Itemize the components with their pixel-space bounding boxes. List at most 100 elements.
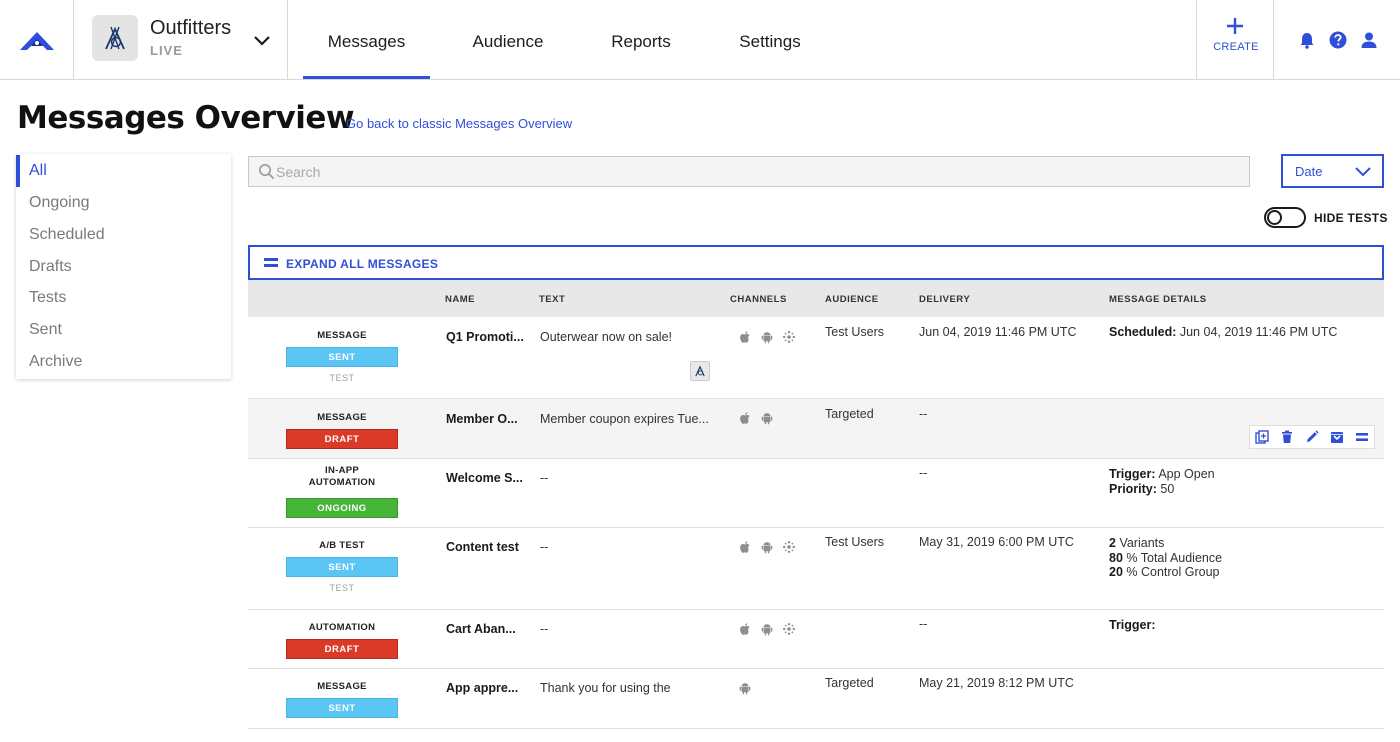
chevron-down-icon xyxy=(1355,167,1371,177)
brand-logo-icon[interactable] xyxy=(17,26,57,54)
filter-scheduled[interactable]: Scheduled xyxy=(16,219,231,251)
create-label: CREATE xyxy=(1213,41,1259,53)
message-type-line: IN-APP xyxy=(325,465,359,476)
message-type: MESSAGE xyxy=(317,412,367,423)
column-header-channels: CHANNELS xyxy=(730,294,787,305)
expand-row-icon[interactable] xyxy=(1355,430,1369,444)
table-row[interactable] xyxy=(248,729,1384,742)
details-label: 2 xyxy=(1109,536,1116,550)
android-icon xyxy=(761,413,773,425)
audience: Test Users xyxy=(825,535,885,549)
table-row[interactable]: MESSAGE SENT TEST Q1 Promoti... Outerwea… xyxy=(248,317,1384,399)
message-details: 2 Variants 80 % Total Audience 20 % Cont… xyxy=(1109,536,1222,580)
details-label: Trigger: xyxy=(1109,467,1156,481)
tab-settings[interactable]: Settings xyxy=(720,0,820,79)
image-thumbnail xyxy=(690,361,710,381)
duplicate-icon[interactable] xyxy=(1255,430,1270,444)
table-row[interactable]: IN-APP AUTOMATION ONGOING Welcome S... -… xyxy=(248,459,1384,528)
create-button[interactable]: CREATE xyxy=(1196,0,1274,79)
column-header-delivery[interactable]: DELIVERY xyxy=(919,294,970,305)
web-icon xyxy=(783,331,795,343)
table-header: NAME TEXT CHANNELS AUDIENCE DELIVERY MES… xyxy=(248,280,1384,317)
audience: Test Users xyxy=(825,325,885,339)
android-icon xyxy=(761,332,773,344)
filter-sidebar: All Ongoing Scheduled Drafts Tests Sent … xyxy=(16,154,231,379)
web-icon xyxy=(783,541,795,553)
plus-icon xyxy=(1227,18,1243,34)
delivery: May 21, 2019 8:12 PM UTC xyxy=(919,676,1074,690)
channels xyxy=(738,681,752,695)
column-header-message-details: MESSAGE DETAILS xyxy=(1109,294,1207,305)
android-icon xyxy=(761,624,773,636)
android-icon xyxy=(761,542,773,554)
filter-archive[interactable]: Archive xyxy=(16,346,231,378)
message-name[interactable]: Welcome S... xyxy=(446,471,526,485)
hide-tests-toggle[interactable] xyxy=(1264,207,1306,228)
table-row[interactable]: A/B TEST SENT TEST Content test -- Test … xyxy=(248,528,1384,610)
bell-icon[interactable] xyxy=(1297,30,1317,50)
filter-drafts[interactable]: Drafts xyxy=(16,251,231,283)
page-title: Messages Overview xyxy=(17,100,355,136)
user-icon[interactable] xyxy=(1359,30,1379,50)
apple-icon xyxy=(740,623,750,635)
details-value: % Control Group xyxy=(1126,565,1220,579)
search-icon xyxy=(259,164,275,180)
toggle-knob xyxy=(1267,210,1282,225)
expand-all-button[interactable]: EXPAND ALL MESSAGES xyxy=(248,245,1384,280)
message-type: IN-APP AUTOMATION xyxy=(286,465,398,489)
message-name[interactable]: Member O... xyxy=(446,412,526,426)
table-row[interactable]: MESSAGE DRAFT Member O... Member coupon … xyxy=(248,399,1384,459)
filter-all[interactable]: All xyxy=(16,155,231,187)
row-actions xyxy=(1249,425,1375,449)
table-row[interactable]: AUTOMATION DRAFT Cart Aban... -- -- Trig… xyxy=(248,610,1384,669)
classic-overview-link[interactable]: Go back to classic Messages Overview xyxy=(346,116,572,131)
date-sort-select[interactable]: Date xyxy=(1281,154,1384,188)
apple-icon xyxy=(740,412,750,424)
app-name: Outfitters xyxy=(150,17,232,39)
message-text: Thank you for using the xyxy=(540,681,671,695)
table-row[interactable]: MESSAGE SENT App appre... Thank you for … xyxy=(248,669,1384,729)
delivery: -- xyxy=(919,466,928,480)
tab-reports[interactable]: Reports xyxy=(590,0,692,79)
edit-icon[interactable] xyxy=(1305,430,1319,444)
delivery: Jun 04, 2019 11:46 PM UTC xyxy=(919,325,1077,339)
apple-icon xyxy=(740,541,750,553)
trash-icon[interactable] xyxy=(1280,430,1294,444)
message-text: -- xyxy=(540,540,549,554)
column-header-name[interactable]: NAME xyxy=(445,294,475,305)
details-label: Trigger: xyxy=(1109,618,1156,632)
details-value: % Total Audience xyxy=(1126,550,1223,565)
message-text: -- xyxy=(540,622,549,636)
delivery: May 31, 2019 6:00 PM UTC xyxy=(919,535,1074,549)
message-details: Trigger: xyxy=(1109,618,1156,633)
details-label: 80 xyxy=(1109,550,1123,565)
app-switcher[interactable]: Outfitters LIVE xyxy=(74,0,288,79)
message-text: -- xyxy=(540,471,549,485)
message-type: MESSAGE xyxy=(317,681,367,692)
message-type: AUTOMATION xyxy=(308,622,376,633)
message-name[interactable]: Cart Aban... xyxy=(446,622,526,636)
archive-icon[interactable] xyxy=(1330,430,1344,444)
channels xyxy=(738,622,796,636)
chevron-down-icon[interactable] xyxy=(252,30,272,50)
column-header-audience: AUDIENCE xyxy=(825,294,879,305)
tab-audience[interactable]: Audience xyxy=(455,0,561,79)
filter-sent[interactable]: Sent xyxy=(16,314,231,346)
test-label: TEST xyxy=(329,583,355,593)
delivery: -- xyxy=(919,617,928,631)
help-icon[interactable] xyxy=(1328,30,1348,50)
message-type: A/B TEST xyxy=(319,540,365,551)
tab-messages[interactable]: Messages xyxy=(303,0,430,79)
message-name[interactable]: Content test xyxy=(446,540,526,554)
filter-ongoing[interactable]: Ongoing xyxy=(16,187,231,219)
message-name[interactable]: Q1 Promoti... xyxy=(446,330,526,344)
date-sort-label: Date xyxy=(1295,164,1323,179)
logo-cell[interactable] xyxy=(0,0,74,79)
filter-tests[interactable]: Tests xyxy=(16,282,231,314)
top-navigation: Outfitters LIVE Messages Audience Report… xyxy=(0,0,1400,80)
search-input[interactable] xyxy=(276,157,1236,186)
message-name[interactable]: App appre... xyxy=(446,681,526,695)
status-badge: SENT xyxy=(286,698,398,718)
web-icon xyxy=(783,623,795,635)
message-details: Scheduled: Jun 04, 2019 11:46 PM UTC xyxy=(1109,325,1337,340)
